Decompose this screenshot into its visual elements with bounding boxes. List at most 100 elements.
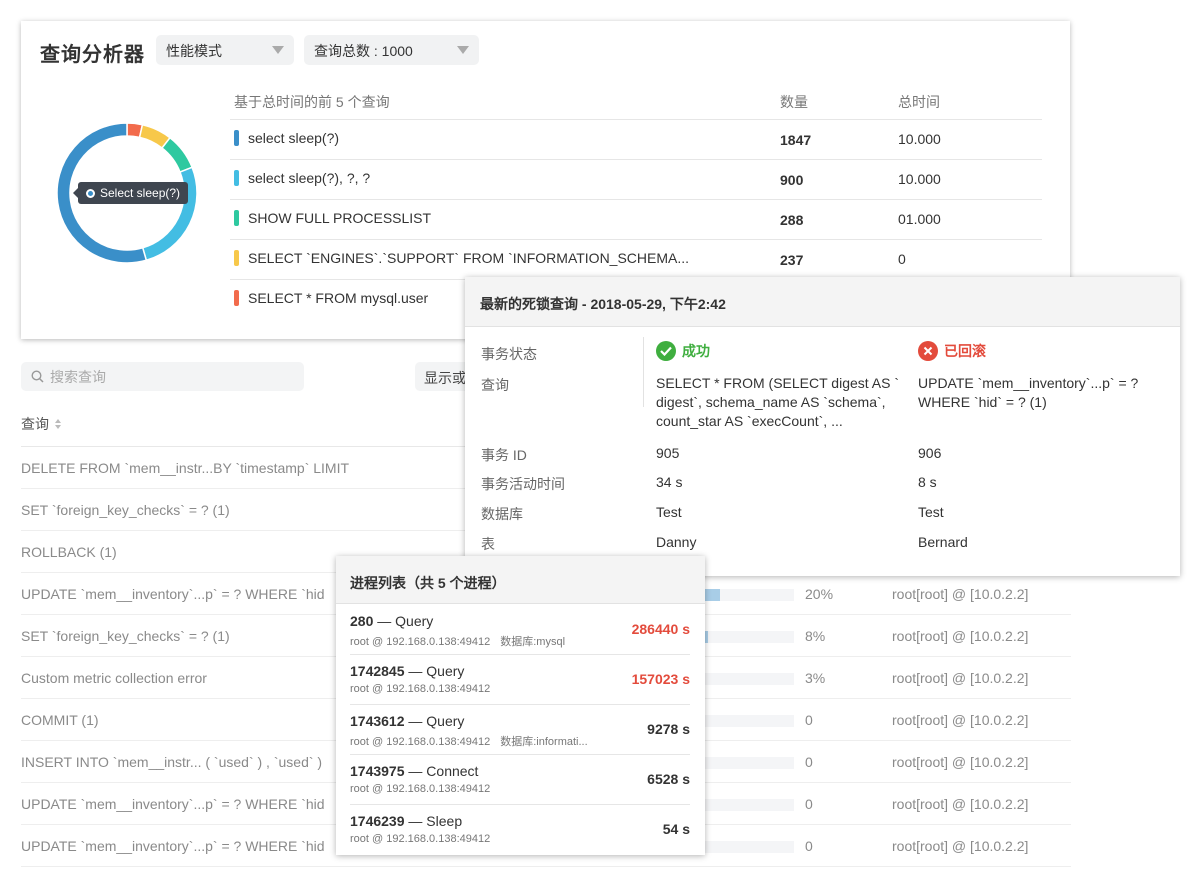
process-title: 1742845 — Query xyxy=(350,663,464,679)
process-time: 286440 s xyxy=(631,621,690,637)
query-total-time: 01.000 xyxy=(898,211,941,227)
label-active-time: 事务活动时间 xyxy=(481,476,565,492)
percent-bar xyxy=(701,673,794,685)
process-host: root @ 192.168.0.138:49412 数据库:mysql xyxy=(350,633,565,649)
tooltip-dot xyxy=(86,189,95,198)
tx1-query: SELECT * FROM (SELECT digest AS ` digest… xyxy=(656,374,899,431)
query-name: SELECT `ENGINES`.`SUPPORT` FROM `INFORMA… xyxy=(248,250,690,266)
process-id: 1742845 xyxy=(350,663,405,679)
query-count: 1847 xyxy=(780,132,812,148)
tx2-id: 906 xyxy=(918,445,942,461)
process-title: 280 — Query xyxy=(350,613,433,629)
query-column-header[interactable]: 查询 xyxy=(21,414,62,434)
tx2-query-line: UPDATE `mem__inventory`...p` = ? xyxy=(918,375,1139,391)
process-time: 9278 s xyxy=(647,721,690,737)
count-header: 数量 xyxy=(780,94,808,110)
total-select-value: 查询总数 : 1000 xyxy=(314,43,413,59)
process-title: 1743612 — Query xyxy=(350,713,464,729)
user-host: root[root] @ [10.0.2.2] xyxy=(892,712,1029,728)
column-divider xyxy=(643,337,644,407)
query-name: SHOW FULL PROCESSLIST xyxy=(248,210,432,226)
process-row[interactable]: 1746239 — Sleep root @ 192.168.0.138:4941… xyxy=(350,805,690,855)
process-id: 1746239 xyxy=(350,813,405,829)
search-icon xyxy=(31,370,44,383)
user-host: root[root] @ [10.0.2.2] xyxy=(892,838,1029,854)
process-command: — Sleep xyxy=(404,813,463,829)
process-database: 数据库:informati... xyxy=(500,736,588,748)
process-id: 1743612 xyxy=(350,713,405,729)
user-host: root[root] @ [10.0.2.2] xyxy=(892,670,1029,686)
tx2-status-text: 已回滚 xyxy=(944,342,986,359)
total-select[interactable]: 查询总数 : 1000 xyxy=(304,35,479,65)
label-table: 表 xyxy=(481,536,495,552)
query-total-time: 10.000 xyxy=(898,171,941,187)
tx1-status-text: 成功 xyxy=(682,342,710,359)
deadlock-title: 最新的死锁查询 - 2018-05-29, 下午2:42 xyxy=(465,277,1180,327)
total-time-header: 总时间 xyxy=(898,94,940,110)
tx2-query-line: WHERE `hid` = ? (1) xyxy=(918,394,1047,410)
legend-swatch xyxy=(234,210,239,226)
process-time: 54 s xyxy=(662,821,690,837)
tx1-query-line: count_star AS `execCount`, ... xyxy=(656,413,843,429)
process-row[interactable]: 1742845 — Query root @ 192.168.0.138:4941… xyxy=(350,655,690,705)
label-database: 数据库 xyxy=(481,506,523,522)
query-text: SET `foreign_key_checks` = ? (1) xyxy=(21,628,230,644)
percent-value: 0 xyxy=(805,754,813,770)
tx1-query-line: SELECT * FROM (SELECT digest AS ` xyxy=(656,375,900,391)
search-input[interactable] xyxy=(50,368,270,385)
process-list-title: 进程列表（共 5 个进程） xyxy=(336,556,705,604)
mode-select[interactable]: 性能模式 xyxy=(156,35,294,65)
tx2-active-time: 8 s xyxy=(918,474,937,490)
check-circle-icon xyxy=(656,341,676,361)
percent-bar xyxy=(701,757,794,769)
deadlock-card: 最新的死锁查询 - 2018-05-29, 下午2:42 事务状态 查询 事务 … xyxy=(465,277,1180,576)
process-host-text: root @ 192.168.0.138:49412 xyxy=(350,736,491,748)
tx2-query: UPDATE `mem__inventory`...p` = ? WHERE `… xyxy=(918,374,1138,412)
process-time: 6528 s xyxy=(647,771,690,787)
table-row[interactable]: select sleep(?), ?, ? 900 10.000 xyxy=(230,159,1042,199)
tx1-database: Test xyxy=(656,504,682,520)
tx1-id: 905 xyxy=(656,445,680,461)
process-title: 1746239 — Sleep xyxy=(350,813,462,829)
process-command: — Query xyxy=(404,663,465,679)
process-list-card: 进程列表（共 5 个进程） 280 — Query root @ 192.168.… xyxy=(336,556,705,855)
table-row[interactable]: SELECT `ENGINES`.`SUPPORT` FROM `INFORMA… xyxy=(230,239,1042,279)
query-text: COMMIT (1) xyxy=(21,712,99,728)
process-row[interactable]: 1743612 — Query root @ 192.168.0.138:4941… xyxy=(350,705,690,755)
query-count: 900 xyxy=(780,172,804,188)
x-circle-icon xyxy=(918,341,938,361)
legend-swatch xyxy=(234,250,239,266)
chart-tooltip: Select sleep(?) xyxy=(72,182,189,204)
process-host: root @ 192.168.0.138:49412 xyxy=(350,833,490,845)
process-command: — Query xyxy=(404,713,465,729)
percent-bar xyxy=(701,799,794,811)
process-id: 280 xyxy=(350,613,374,629)
donut-slice[interactable] xyxy=(160,136,194,174)
search-box[interactable] xyxy=(21,362,304,391)
query-text: Custom metric collection error xyxy=(21,670,207,686)
query-name: SELECT * FROM mysql.user xyxy=(248,290,429,306)
query-text: UPDATE `mem__inventory`...p` = ? WHERE `… xyxy=(21,586,325,602)
process-title: 1743975 — Connect xyxy=(350,763,478,779)
table-row[interactable]: select sleep(?) 1847 10.000 xyxy=(230,119,1042,159)
user-host: root[root] @ [10.0.2.2] xyxy=(892,628,1029,644)
process-host: root @ 192.168.0.138:49412 xyxy=(350,783,490,795)
query-count: 237 xyxy=(780,252,804,268)
process-row[interactable]: 280 — Query root @ 192.168.0.138:49412 数据库… xyxy=(350,605,690,655)
percent-bar xyxy=(701,715,794,727)
process-host-text: root @ 192.168.0.138:49412 xyxy=(350,833,491,845)
table-row[interactable]: SHOW FULL PROCESSLIST 288 01.000 xyxy=(230,199,1042,239)
tooltip-text: Select sleep(?) xyxy=(100,186,181,200)
percent-bar xyxy=(701,589,794,601)
query-text: UPDATE `mem__inventory`...p` = ? WHERE `… xyxy=(21,838,325,854)
percent-bar xyxy=(701,631,794,643)
chevron-down-icon xyxy=(272,46,284,54)
sort-icon xyxy=(55,419,61,429)
legend-swatch xyxy=(234,290,239,306)
process-host-text: root @ 192.168.0.138:49412 xyxy=(350,683,491,695)
percent-bar xyxy=(701,841,794,853)
process-row[interactable]: 1743975 — Connect root @ 192.168.0.138:49… xyxy=(350,755,690,805)
query-column-label: 查询 xyxy=(21,416,49,432)
process-id: 1743975 xyxy=(350,763,405,779)
label-query: 查询 xyxy=(481,377,509,393)
